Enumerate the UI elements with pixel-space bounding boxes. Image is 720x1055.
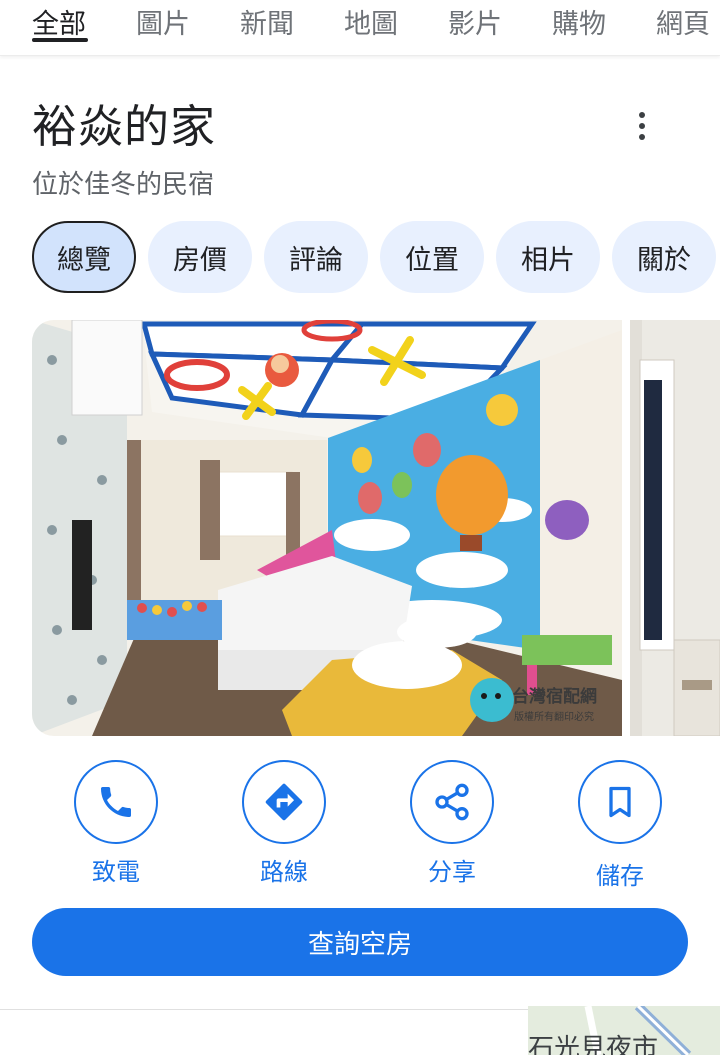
directions-button[interactable]: 路線	[224, 760, 344, 890]
share-circle	[410, 760, 494, 844]
tab-videos[interactable]: 影片	[448, 2, 502, 41]
watermark-title: 台灣宿配網	[512, 687, 597, 707]
save-button[interactable]: 儲存	[560, 760, 680, 890]
bookmark-icon	[609, 786, 631, 818]
room-photo-2-illustration	[630, 320, 720, 736]
save-label: 儲存	[596, 862, 644, 890]
chip-reviews[interactable]: 評論	[264, 221, 368, 293]
directions-circle	[242, 760, 326, 844]
more-vert-dot	[639, 123, 645, 129]
chip-overview[interactable]: 總覽	[32, 221, 136, 293]
share-button[interactable]: 分享	[392, 760, 512, 890]
map-thumbnail[interactable]: 石光見夜市	[528, 1006, 720, 1055]
tab-all[interactable]: 全部	[32, 2, 86, 41]
place-title: 裕焱的家	[32, 100, 217, 153]
map-poi-label: 石光見夜市	[528, 1034, 659, 1055]
tab-shopping[interactable]: 購物	[552, 2, 606, 41]
directions-label: 路線	[260, 858, 308, 886]
call-circle	[74, 760, 158, 844]
watermark-subtitle: 版權所有翻印必究	[514, 712, 594, 723]
tab-images[interactable]: 圖片	[136, 2, 190, 41]
action-row: 致電 路線 分享 儲存	[0, 760, 720, 890]
tab-maps[interactable]: 地圖	[344, 2, 398, 41]
tab-web[interactable]: 網頁	[656, 2, 710, 41]
more-vert-icon	[639, 112, 645, 118]
call-label: 致電	[92, 858, 140, 886]
call-button[interactable]: 致電	[56, 760, 176, 890]
chip-prices[interactable]: 房價	[148, 221, 252, 293]
section-chips: 總覽 房價 評論 位置 相片 關於	[0, 221, 720, 293]
check-availability-button[interactable]: 查詢空房	[32, 908, 688, 976]
tab-news[interactable]: 新聞	[240, 2, 294, 41]
save-circle	[578, 760, 662, 844]
chip-about[interactable]: 關於	[612, 221, 716, 293]
room-photo[interactable]: 台灣宿配網 版權所有翻印必究	[32, 320, 622, 736]
more-vert-dot	[639, 134, 645, 140]
directions-icon	[265, 783, 303, 821]
search-category-tabs: 全部 圖片 新聞 地圖 影片 購物 網頁	[0, 0, 720, 56]
room-photo-2[interactable]	[630, 320, 720, 736]
chip-photos[interactable]: 相片	[496, 221, 600, 293]
room-photo-illustration	[32, 320, 622, 736]
place-subtitle: 位於佳冬的民宿	[32, 170, 215, 200]
more-options-button[interactable]	[624, 104, 660, 148]
share-icon	[435, 783, 469, 821]
share-label: 分享	[428, 858, 476, 886]
active-tab-indicator	[32, 38, 88, 42]
phone-icon	[101, 787, 131, 817]
chip-location[interactable]: 位置	[380, 221, 484, 293]
